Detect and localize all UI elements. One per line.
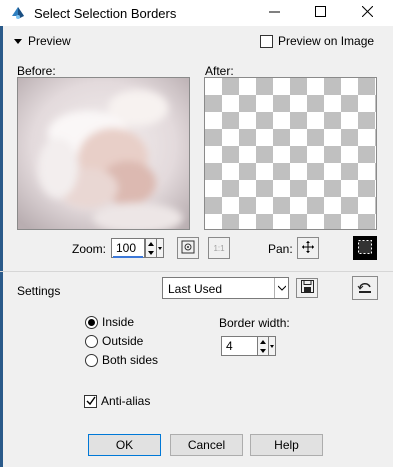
preview-label: Preview	[28, 34, 71, 48]
preview-on-image-box[interactable]	[260, 34, 273, 48]
before-label: Before:	[17, 64, 56, 78]
antialias-label: Anti-alias	[101, 394, 151, 408]
marquee-button[interactable]	[353, 236, 377, 260]
antialias-checkbox[interactable]: Anti-alias	[84, 394, 150, 408]
window-title: Select Selection Borders	[34, 6, 177, 21]
zoom-input[interactable]: 100	[111, 238, 145, 258]
after-preview-image[interactable]	[204, 77, 377, 230]
preview-on-image-label: Preview on Image	[278, 34, 375, 48]
settings-selected-value: Last Used	[168, 282, 223, 296]
chevron-down-icon	[270, 344, 274, 348]
radio-inside[interactable]: Inside	[85, 315, 134, 329]
radio-selected-dot	[88, 318, 95, 326]
app-icon	[10, 5, 26, 21]
maximize-icon	[314, 6, 326, 20]
zoom-focus-underline	[113, 256, 143, 258]
border-width-label: Border width:	[219, 316, 290, 330]
radio-outside[interactable]: Outside	[85, 334, 143, 348]
antialias-box[interactable]	[84, 394, 97, 408]
help-button[interactable]: Help	[250, 434, 323, 456]
title-bar: Select Selection Borders	[0, 0, 393, 26]
settings-select[interactable]: Last Used	[162, 277, 289, 299]
radio-both-sides-label: Both sides	[102, 353, 159, 367]
actual-size-icon: 1:1	[213, 243, 225, 253]
minimize-icon	[268, 6, 280, 20]
save-icon	[300, 280, 314, 296]
after-label: After:	[205, 64, 234, 78]
radio-both-sides[interactable]: Both sides	[85, 353, 158, 367]
save-preset-button[interactable]	[296, 278, 318, 298]
chevron-down-icon	[158, 246, 162, 250]
maximize-button[interactable]	[298, 0, 342, 26]
radio-outside-button[interactable]	[85, 334, 98, 348]
border-width-input[interactable]: 4	[221, 336, 258, 356]
pan-button[interactable]	[297, 237, 319, 259]
radio-outside-label: Outside	[102, 334, 144, 348]
spin-down-icon[interactable]	[146, 248, 156, 257]
collapse-arrow-icon	[14, 38, 22, 44]
zoom-label: Zoom:	[72, 242, 107, 256]
reset-icon	[357, 280, 373, 297]
before-preview-image[interactable]	[17, 77, 190, 230]
chevron-down-icon[interactable]	[274, 278, 288, 298]
spin-up-icon[interactable]	[146, 239, 156, 248]
actual-size-button[interactable]: 1:1	[208, 237, 230, 259]
spin-up-icon[interactable]	[258, 337, 268, 346]
zoom-spinner[interactable]	[145, 238, 157, 258]
reset-button[interactable]	[352, 276, 378, 300]
border-width-spinner[interactable]	[257, 336, 269, 356]
ok-button[interactable]: OK	[88, 434, 161, 456]
fit-to-window-button[interactable]	[177, 237, 199, 259]
minimize-button[interactable]	[252, 0, 296, 26]
fit-to-window-icon	[181, 240, 195, 257]
background-window-strip	[0, 0, 3, 467]
radio-both-sides-button[interactable]	[85, 353, 98, 367]
border-width-dropdown-button[interactable]	[269, 336, 276, 356]
close-icon	[361, 5, 373, 20]
radio-inside-label: Inside	[102, 315, 135, 329]
preview-on-image-checkbox[interactable]: Preview on Image	[260, 32, 374, 50]
spin-down-icon[interactable]	[258, 346, 268, 355]
settings-label: Settings	[17, 284, 61, 298]
pan-label: Pan:	[268, 242, 293, 256]
zoom-dropdown-button[interactable]	[157, 238, 164, 258]
close-button[interactable]	[345, 0, 389, 26]
radio-inside-button[interactable]	[85, 315, 98, 329]
pan-icon	[302, 240, 314, 256]
separator	[0, 271, 393, 272]
preview-toggle[interactable]: Preview	[14, 32, 71, 50]
marquee-icon	[357, 239, 373, 258]
cancel-button[interactable]: Cancel	[170, 434, 243, 456]
